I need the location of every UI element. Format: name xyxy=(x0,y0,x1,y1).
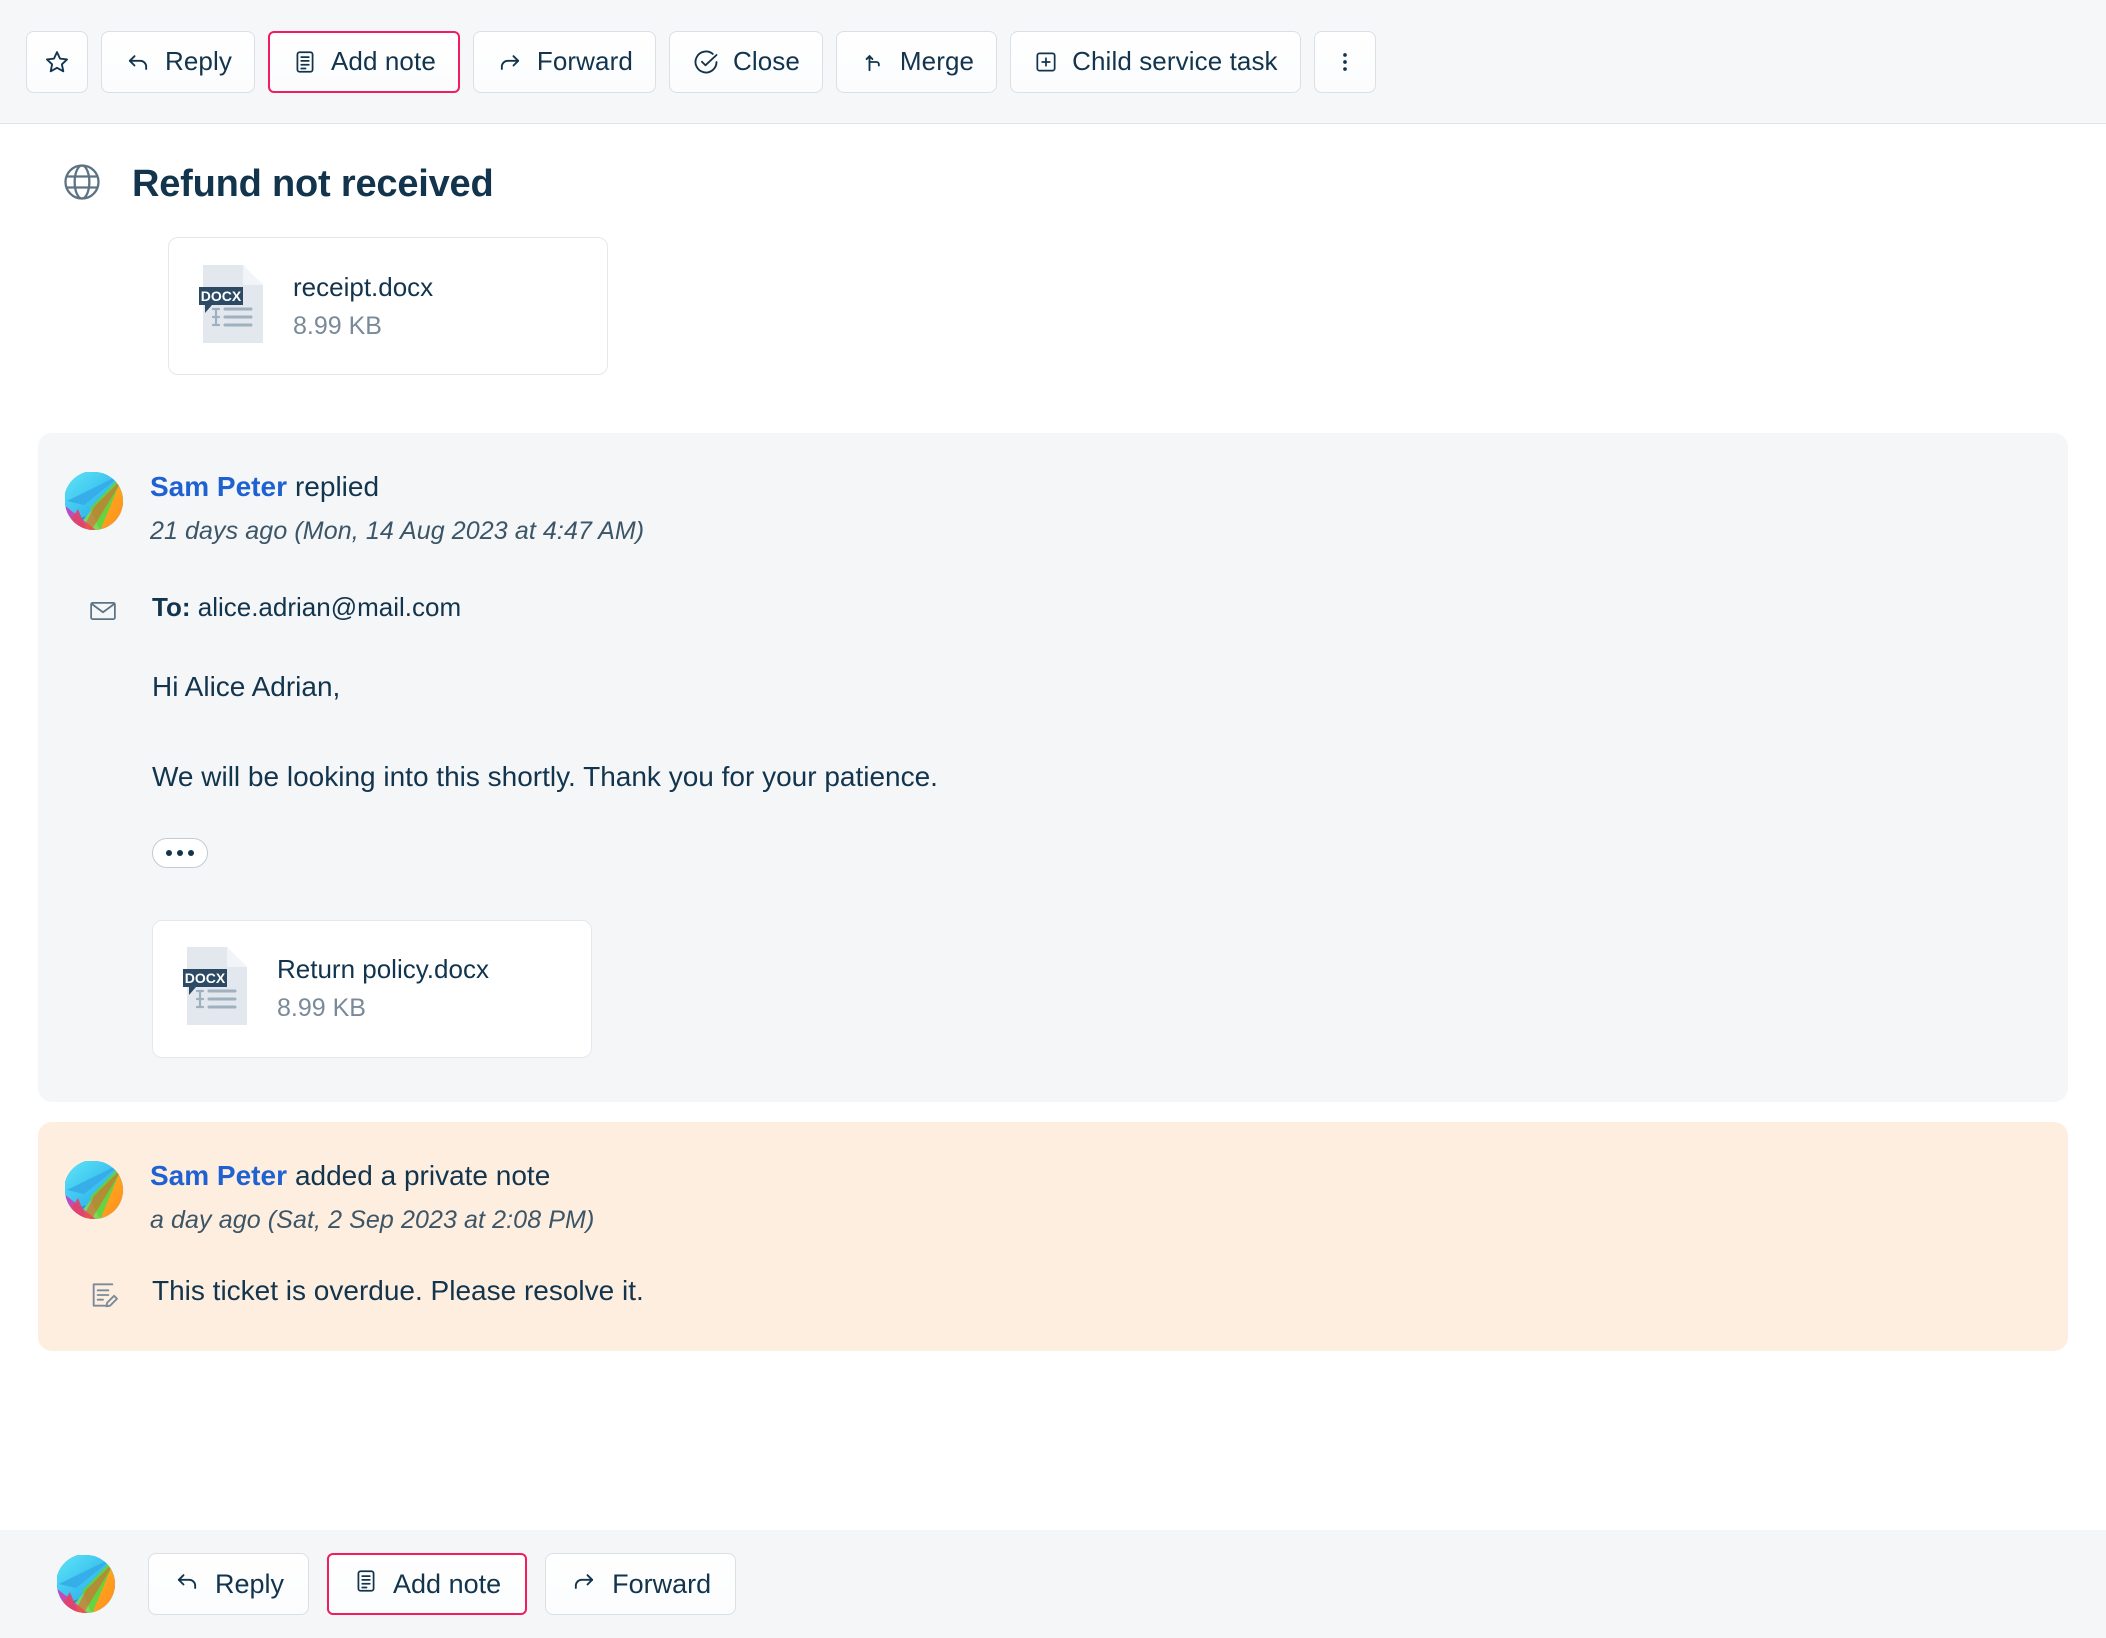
page-title: Refund not received xyxy=(132,163,494,205)
attachment-name: receipt.docx xyxy=(293,271,434,302)
recipient-address: alice.adrian@mail.com xyxy=(197,592,462,622)
close-button[interactable]: Close xyxy=(668,30,823,93)
note-header: Sam Peter added a private note a day ago … xyxy=(38,1158,2068,1235)
author-name[interactable]: Sam Peter xyxy=(150,471,287,502)
star-button[interactable] xyxy=(26,30,88,93)
forward-arrow-icon xyxy=(496,48,524,76)
reply-recipient-row: To: alice.adrian@mail.com xyxy=(38,592,2068,626)
reply-arrow-icon xyxy=(124,48,152,76)
merge-icon xyxy=(859,48,887,76)
child-service-task-button[interactable]: Child service task xyxy=(1010,30,1301,93)
note-content-row: This ticket is overdue. Please resolve i… xyxy=(38,1275,2068,1311)
globe-icon xyxy=(60,160,104,209)
docx-file-icon: DOCX xyxy=(179,943,255,1034)
bottom-reply-button[interactable]: Reply xyxy=(148,1553,310,1615)
svg-text:DOCX: DOCX xyxy=(201,288,242,304)
note-text: This ticket is overdue. Please resolve i… xyxy=(152,1274,644,1306)
bottom-add-note-button[interactable]: Add note xyxy=(327,1553,528,1615)
attachment-size: 8.99 KB xyxy=(293,311,382,340)
bottom-forward-label: Forward xyxy=(612,1568,712,1599)
ticket-subject-row: Refund not received xyxy=(0,124,2106,209)
note-edit-icon xyxy=(82,1275,124,1311)
check-circle-icon xyxy=(692,48,720,76)
ticket-conversation: Refund not received DOCX receipt.docx 8.… xyxy=(0,124,2106,1351)
reply-paragraph: We will be looking into this shortly. Th… xyxy=(152,760,938,792)
attachment-size: 8.99 KB xyxy=(277,994,366,1023)
note-timestamp: a day ago (Sat, 2 Sep 2023 at 2:08 PM) xyxy=(150,1205,595,1234)
ellipsis-dot-icon xyxy=(166,849,172,856)
forward-button-label: Forward xyxy=(536,46,633,76)
more-actions-button[interactable] xyxy=(1313,30,1376,93)
add-note-button-label: Add note xyxy=(330,46,436,76)
ticket-action-toolbar: Reply Add note Forward Close Merge Child… xyxy=(0,0,2106,124)
ellipsis-dot-icon xyxy=(188,849,194,856)
star-icon xyxy=(43,48,71,76)
reply-button[interactable]: Reply xyxy=(101,30,255,93)
add-note-button[interactable]: Add note xyxy=(267,30,460,93)
author-action: added a private note xyxy=(294,1159,551,1191)
reply-header: Sam Peter replied 21 days ago (Mon, 14 Au… xyxy=(38,469,2068,546)
note-icon xyxy=(292,49,318,75)
recipient-text: To: alice.adrian@mail.com xyxy=(152,592,461,623)
attachment-receipt[interactable]: DOCX receipt.docx 8.99 KB xyxy=(168,237,608,375)
kebab-menu-icon xyxy=(1332,49,1358,75)
recipient-label: To: xyxy=(152,592,191,622)
bottom-add-note-label: Add note xyxy=(393,1568,502,1599)
note-author-line: Sam Peter added a private note xyxy=(150,1158,594,1193)
close-button-label: Close xyxy=(732,46,800,76)
reply-greeting: Hi Alice Adrian, xyxy=(152,671,341,702)
forward-arrow-icon xyxy=(570,1567,598,1602)
bottom-forward-button[interactable]: Forward xyxy=(545,1553,737,1615)
ellipsis-dot-icon xyxy=(177,849,183,856)
plus-square-icon xyxy=(1033,49,1059,75)
attachment-name: Return policy.docx xyxy=(277,954,489,985)
author-name[interactable]: Sam Peter xyxy=(150,1160,287,1191)
conversation-note-block: Sam Peter added a private note a day ago … xyxy=(38,1121,2068,1351)
reply-body: Hi Alice Adrian, We will be looking into… xyxy=(38,668,2068,796)
reply-author-line: Sam Peter replied xyxy=(150,469,644,504)
note-icon xyxy=(353,1568,379,1601)
bottom-reply-label: Reply xyxy=(215,1568,285,1599)
conversation-reply-block: Sam Peter replied 21 days ago (Mon, 14 Au… xyxy=(38,433,2068,1102)
svg-text:DOCX: DOCX xyxy=(185,970,226,986)
child-service-task-label: Child service task xyxy=(1072,46,1278,76)
merge-button-label: Merge xyxy=(899,46,975,76)
expand-quoted-text-button[interactable] xyxy=(152,837,208,868)
envelope-icon xyxy=(82,592,124,626)
reply-timestamp: 21 days ago (Mon, 14 Aug 2023 at 4:47 AM… xyxy=(150,517,645,545)
reply-arrow-icon xyxy=(173,1567,201,1602)
reply-action-bar: Reply Add note Forward xyxy=(0,1530,2106,1638)
avatar xyxy=(64,1160,124,1220)
merge-button[interactable]: Merge xyxy=(835,30,998,93)
attachment-return-policy[interactable]: DOCX Return policy.docx 8.99 KB xyxy=(152,919,592,1058)
avatar xyxy=(56,1554,116,1614)
author-action: replied xyxy=(294,471,380,502)
reply-button-label: Reply xyxy=(165,46,232,76)
forward-button[interactable]: Forward xyxy=(472,30,656,93)
avatar xyxy=(64,471,124,531)
docx-file-icon: DOCX xyxy=(195,261,271,352)
